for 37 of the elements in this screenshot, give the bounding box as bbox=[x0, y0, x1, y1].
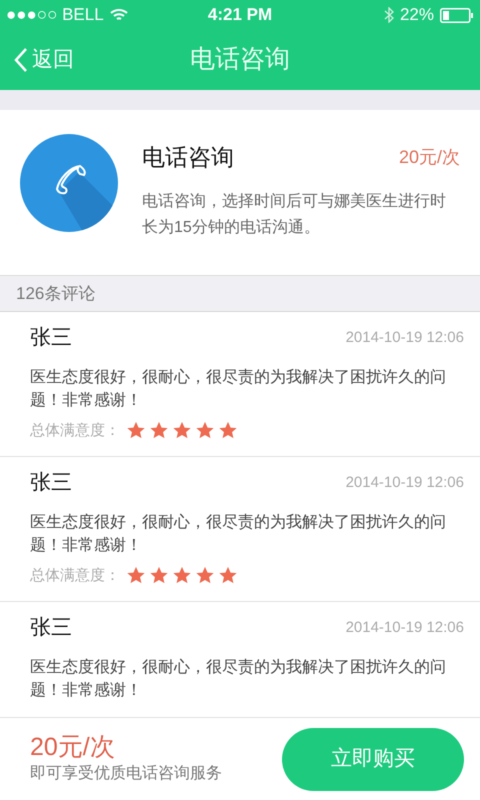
review-text: 医生态度很好，很耐心，很尽责的为我解决了困扰许久的问题！非常感谢！ bbox=[30, 512, 447, 556]
bluetooth-icon bbox=[384, 7, 394, 23]
back-button[interactable]: 返回 bbox=[0, 44, 74, 76]
review-date: 2014-10-19 12:06 bbox=[346, 328, 464, 348]
star-icon bbox=[126, 566, 146, 586]
star-icon bbox=[195, 566, 215, 586]
clock-text: 4:21 PM bbox=[208, 4, 272, 26]
review-text: 医生态度很好，很耐心，很尽责的为我解决了困扰许久的问题！非常感谢！ bbox=[30, 368, 447, 410]
rating-label: 总体满意度： bbox=[30, 566, 120, 586]
service-price: 20元/次 bbox=[398, 146, 460, 169]
buy-button[interactable]: 立即购买 bbox=[282, 728, 464, 790]
wifi-icon bbox=[110, 8, 128, 22]
star-icon bbox=[172, 421, 192, 440]
service-description: 电话咨询，选择时间后可与娜美医生进行时长为15分钟的电话沟通。 bbox=[142, 192, 447, 238]
reviewer-name: 张三 bbox=[30, 325, 72, 351]
page-title: 电话咨询 bbox=[190, 44, 290, 76]
star-icon bbox=[149, 421, 169, 440]
comment-count: 126条评论 bbox=[16, 282, 96, 305]
reviewer-name: 张三 bbox=[30, 470, 72, 496]
footer-note: 即可享受优质电话咨询服务 bbox=[30, 764, 222, 784]
review-date: 2014-10-19 12:06 bbox=[346, 618, 464, 638]
footer-price: 20元/次 bbox=[30, 732, 116, 762]
reviewer-name: 张三 bbox=[30, 615, 72, 641]
star-icon bbox=[218, 566, 238, 586]
review-text: 医生态度很好，很耐心，很尽责的为我解决了困扰许久的问题！非常感谢！ bbox=[30, 658, 447, 700]
battery-text: 22% bbox=[400, 4, 434, 26]
rating-label: 总体满意度： bbox=[30, 420, 120, 440]
battery-icon bbox=[440, 8, 474, 22]
service-title: 电话咨询 bbox=[142, 143, 234, 172]
review-date: 2014-10-19 12:06 bbox=[346, 472, 464, 492]
star-icon bbox=[195, 421, 215, 440]
star-icon bbox=[149, 566, 169, 586]
star-icon bbox=[172, 566, 192, 586]
chevron-left-icon bbox=[14, 47, 28, 73]
star-icon bbox=[126, 421, 146, 440]
carrier-text: ●●●○○ BELL bbox=[6, 4, 104, 26]
star-icon bbox=[218, 421, 238, 440]
